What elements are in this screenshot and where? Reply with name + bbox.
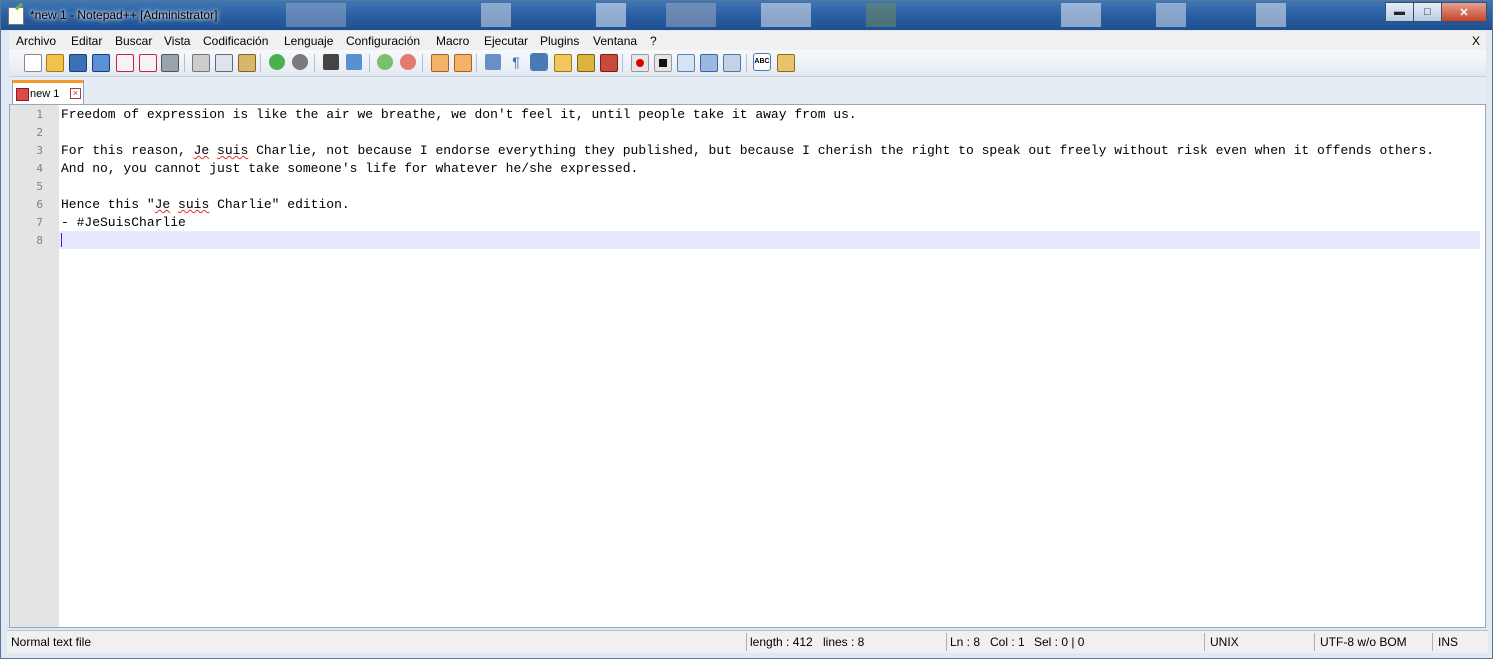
- zoom-out-icon[interactable]: [400, 54, 416, 70]
- close-document-button[interactable]: X: [1472, 34, 1480, 48]
- status-insert-mode: INS: [1438, 635, 1459, 649]
- copy-icon[interactable]: [215, 54, 233, 72]
- save-all-icon[interactable]: [92, 54, 110, 72]
- line-number: 7: [36, 216, 43, 229]
- menu-ejecutar[interactable]: Ejecutar: [484, 34, 528, 48]
- code-line: Hence this "Je suis Charlie" edition.: [61, 197, 350, 212]
- title-bar[interactable]: *new 1 - Notepad++ [Administrator] ▬ □ ✕: [1, 1, 1492, 30]
- spell-check-icon[interactable]: ABC: [753, 53, 771, 71]
- minimize-button[interactable]: ▬: [1385, 2, 1414, 22]
- close-file-icon[interactable]: [116, 54, 134, 72]
- menu-ventana[interactable]: Ventana: [593, 34, 637, 48]
- close-window-button[interactable]: ✕: [1441, 2, 1487, 22]
- open-file-icon[interactable]: [46, 54, 64, 72]
- status-file-type: Normal text file: [11, 635, 92, 649]
- menu-buscar[interactable]: Buscar: [115, 34, 152, 48]
- tab-new-1[interactable]: new 1 ×: [12, 80, 84, 105]
- menu-vista[interactable]: Vista: [164, 34, 190, 48]
- line-number: 4: [36, 162, 43, 175]
- user-language-icon[interactable]: [554, 54, 572, 72]
- minimize-icon: ▬: [1394, 6, 1405, 18]
- menu-lenguaje[interactable]: Lenguaje: [284, 34, 333, 48]
- menu-plugins[interactable]: Plugins: [540, 34, 579, 48]
- tab-close-icon[interactable]: ×: [70, 88, 81, 99]
- run-macro-multiple-icon[interactable]: [700, 54, 718, 72]
- close-icon: ✕: [1459, 6, 1469, 19]
- stop-macro-icon[interactable]: [654, 54, 672, 72]
- window-title: *new 1 - Notepad++ [Administrator]: [30, 8, 218, 22]
- play-macro-icon[interactable]: [677, 54, 695, 72]
- code-line: Freedom of expression is like the air we…: [61, 107, 857, 122]
- line-number: 1: [36, 108, 43, 121]
- find-icon[interactable]: [323, 54, 339, 70]
- unsaved-file-icon: [16, 88, 29, 101]
- paste-icon[interactable]: [238, 54, 256, 72]
- status-lines: lines : 8: [823, 635, 865, 649]
- record-macro-icon[interactable]: [631, 54, 649, 72]
- menu-configuracion[interactable]: Configuración: [346, 34, 420, 48]
- current-line-highlight: [59, 231, 1480, 249]
- show-all-chars-icon[interactable]: ¶: [508, 54, 524, 70]
- menu-macro[interactable]: Macro: [436, 34, 469, 48]
- editor-area[interactable]: 1 2 3 4 5 6 7 8 Freedom of expression is…: [9, 104, 1486, 628]
- line-number: 5: [36, 180, 43, 193]
- indent-guide-icon[interactable]: [530, 53, 548, 71]
- zoom-in-icon[interactable]: [377, 54, 393, 70]
- line-number-gutter[interactable]: 1 2 3 4 5 6 7 8: [10, 105, 59, 627]
- tab-label: new 1: [30, 88, 60, 100]
- sync-horizontal-icon[interactable]: [454, 54, 472, 72]
- line-number: 2: [36, 126, 43, 139]
- spell-options-icon[interactable]: [777, 54, 795, 72]
- line-number: 6: [36, 198, 43, 211]
- code-line: For this reason, Je suis Charlie, not be…: [61, 143, 1435, 158]
- menu-codificacion[interactable]: Codificación: [203, 34, 268, 48]
- notepadpp-window: *new 1 - Notepad++ [Administrator] ▬ □ ✕…: [0, 0, 1493, 659]
- word-wrap-icon[interactable]: [485, 54, 501, 70]
- replace-icon[interactable]: [346, 54, 362, 70]
- misspelled-word: suis: [178, 197, 210, 212]
- status-bar: Normal text file length : 412 lines : 8 …: [7, 630, 1488, 653]
- notepad-app-icon[interactable]: [8, 7, 24, 25]
- maximize-button[interactable]: □: [1413, 2, 1442, 22]
- sync-vertical-icon[interactable]: [431, 54, 449, 72]
- status-line: Ln : 8: [950, 635, 981, 649]
- code-line: - #JeSuisCharlie: [61, 215, 186, 230]
- menu-archivo[interactable]: Archivo: [16, 34, 56, 48]
- redo-icon[interactable]: [292, 54, 308, 70]
- cut-icon[interactable]: [192, 54, 210, 72]
- menu-editar[interactable]: Editar: [71, 34, 102, 48]
- code-line: And no, you cannot just take someone's l…: [61, 161, 639, 176]
- misspelled-word: suis: [217, 143, 249, 158]
- menu-help[interactable]: ?: [650, 34, 657, 48]
- document-map-icon[interactable]: [577, 54, 595, 72]
- line-number: 8: [36, 234, 43, 247]
- misspelled-word: Je: [154, 197, 171, 212]
- text-caret: [61, 233, 62, 247]
- status-eol: UNIX: [1210, 635, 1239, 649]
- line-number: 3: [36, 144, 43, 157]
- save-icon[interactable]: [69, 54, 87, 72]
- status-selection: Sel : 0 | 0: [1034, 635, 1085, 649]
- print-icon[interactable]: [161, 54, 179, 72]
- undo-icon[interactable]: [269, 54, 285, 70]
- function-list-icon[interactable]: [600, 54, 618, 72]
- tab-bar: new 1 ×: [9, 77, 1486, 105]
- status-length: length : 412: [750, 635, 813, 649]
- save-macro-icon[interactable]: [723, 54, 741, 72]
- status-encoding: UTF-8 w/o BOM: [1320, 635, 1407, 649]
- new-file-icon[interactable]: [24, 54, 42, 72]
- status-column: Col : 1: [990, 635, 1025, 649]
- menu-bar: Archivo Editar Buscar Vista Codificación…: [9, 31, 1486, 50]
- close-all-icon[interactable]: [139, 54, 157, 72]
- misspelled-word: Je: [193, 143, 210, 158]
- toolbar: ¶ ABC: [9, 50, 1486, 77]
- maximize-icon: □: [1424, 6, 1431, 18]
